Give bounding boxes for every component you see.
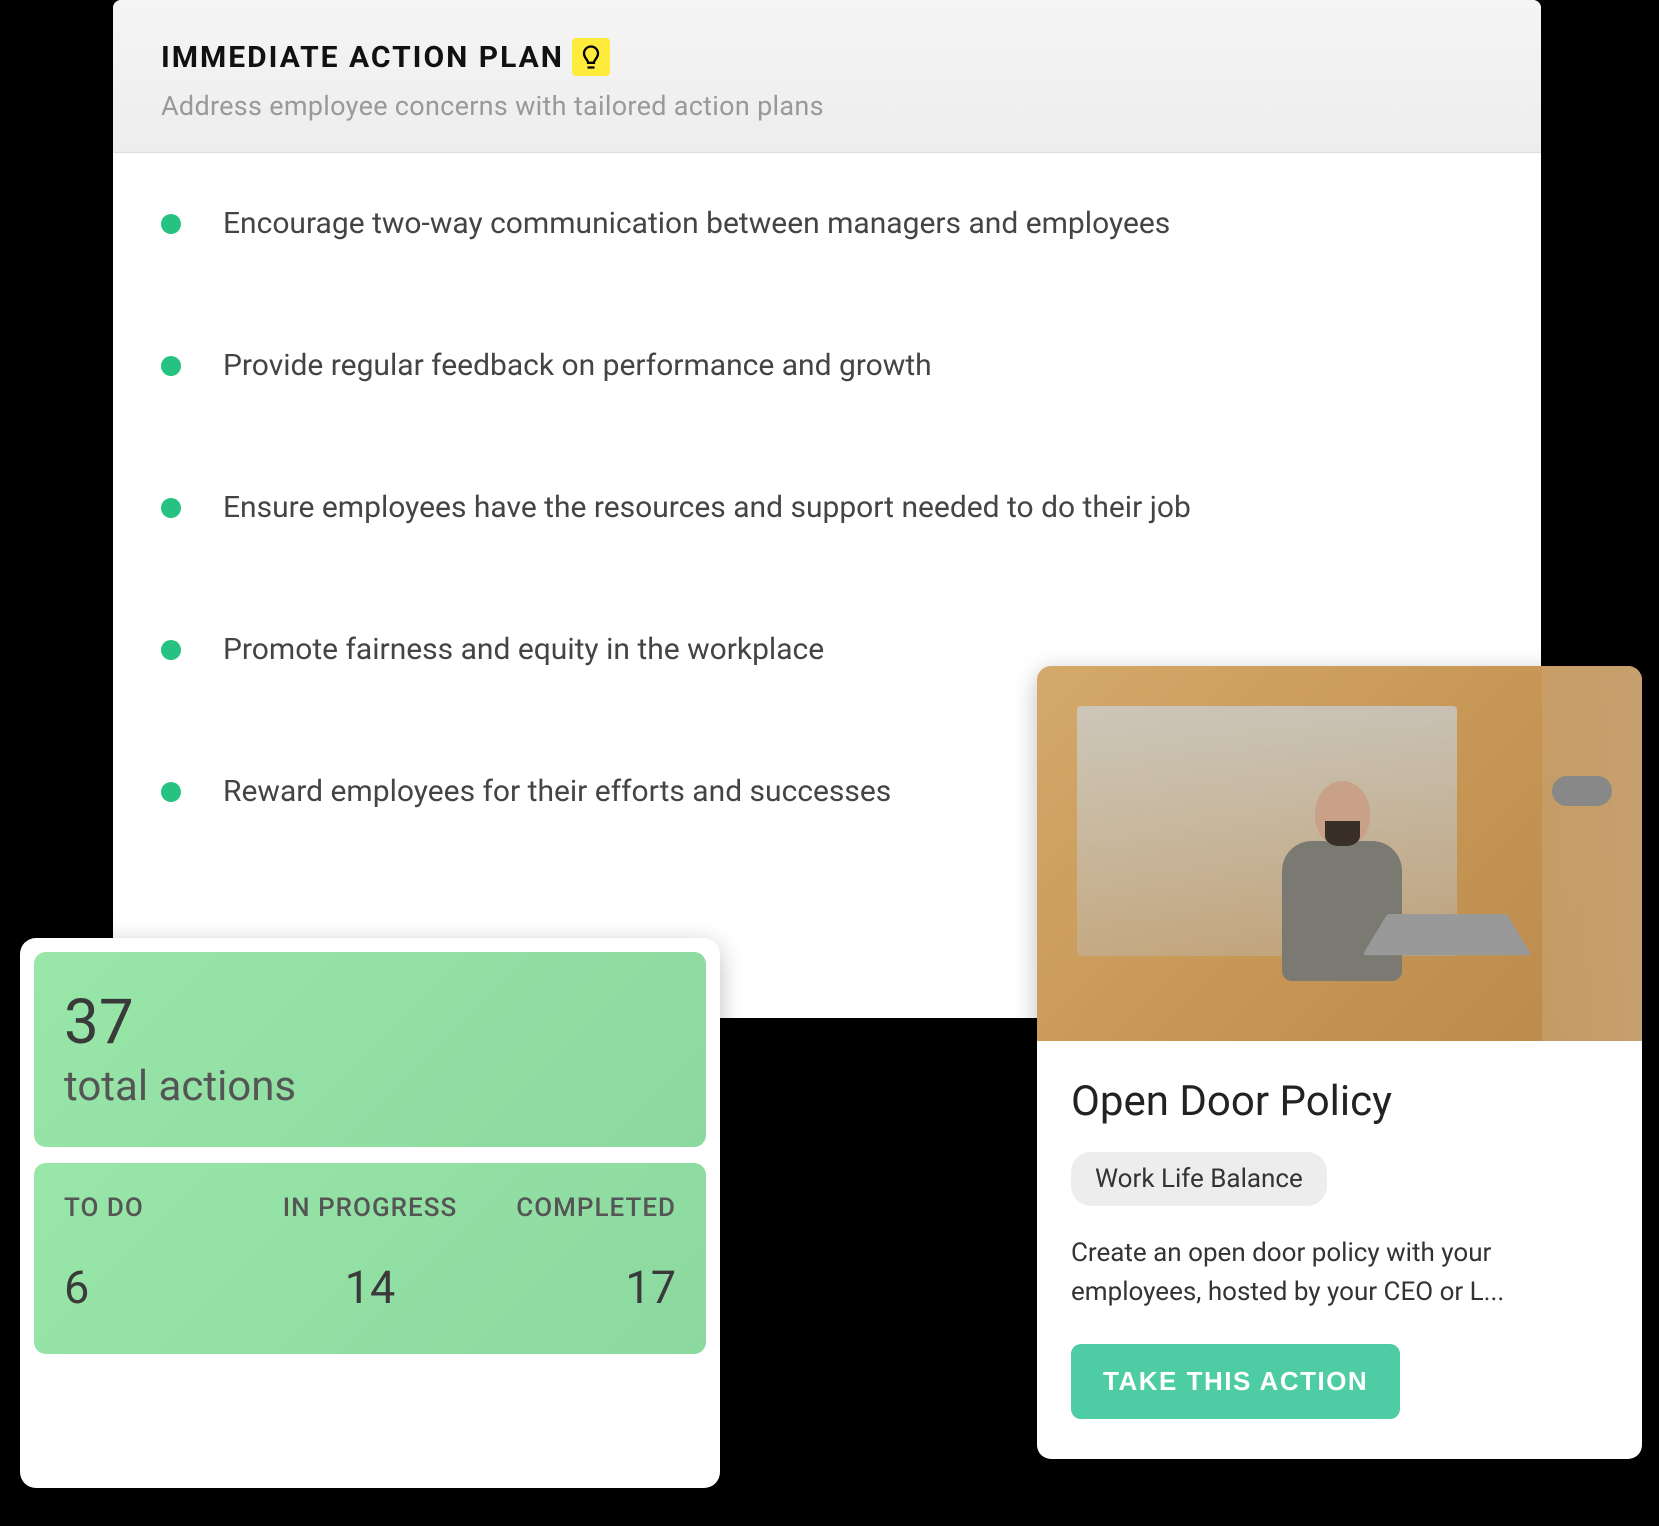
take-action-button[interactable]: TAKE THIS ACTION bbox=[1071, 1344, 1400, 1419]
bullet-icon bbox=[161, 356, 181, 376]
bullet-icon bbox=[161, 214, 181, 234]
stat-title: COMPLETED bbox=[472, 1193, 676, 1223]
bullet-icon bbox=[161, 782, 181, 802]
stat-in-progress: IN PROGRESS 14 bbox=[268, 1193, 472, 1314]
panel-subtitle: Address employee concerns with tailored … bbox=[161, 90, 1493, 122]
stat-value: 14 bbox=[268, 1261, 472, 1314]
action-card[interactable]: Open Door Policy Work Life Balance Creat… bbox=[1037, 666, 1642, 1459]
plan-text: Provide regular feedback on performance … bbox=[223, 345, 932, 387]
lightbulb-icon bbox=[572, 38, 610, 76]
stat-completed: COMPLETED 17 bbox=[472, 1193, 676, 1314]
action-title: Open Door Policy bbox=[1071, 1077, 1608, 1126]
action-content: Open Door Policy Work Life Balance Creat… bbox=[1037, 1041, 1642, 1459]
plan-text: Ensure employees have the resources and … bbox=[223, 487, 1191, 529]
stat-value: 17 bbox=[472, 1261, 676, 1314]
panel-title: IMMEDIATE ACTION PLAN bbox=[161, 40, 564, 75]
stat-todo: TO DO 6 bbox=[64, 1193, 268, 1314]
action-tag: Work Life Balance bbox=[1071, 1152, 1327, 1206]
stat-value: 6 bbox=[64, 1261, 268, 1314]
panel-title-row: IMMEDIATE ACTION PLAN bbox=[161, 38, 1493, 76]
stats-total-value: 37 bbox=[64, 992, 676, 1054]
stats-card: 37 total actions TO DO 6 IN PROGRESS 14 … bbox=[20, 938, 720, 1488]
action-image bbox=[1037, 666, 1642, 1041]
stats-total-block: 37 total actions bbox=[34, 952, 706, 1147]
stat-title: TO DO bbox=[64, 1193, 268, 1223]
stats-breakdown: TO DO 6 IN PROGRESS 14 COMPLETED 17 bbox=[34, 1163, 706, 1354]
plan-item: Encourage two-way communication between … bbox=[161, 203, 1493, 245]
stat-title: IN PROGRESS bbox=[268, 1193, 472, 1223]
action-description: Create an open door policy with your emp… bbox=[1071, 1234, 1608, 1312]
plan-item: Promote fairness and equity in the workp… bbox=[161, 629, 1493, 671]
stats-total-label: total actions bbox=[64, 1062, 676, 1111]
plan-text: Promote fairness and equity in the workp… bbox=[223, 629, 824, 671]
bullet-icon bbox=[161, 498, 181, 518]
bullet-icon bbox=[161, 640, 181, 660]
plan-item: Ensure employees have the resources and … bbox=[161, 487, 1493, 529]
panel-header: IMMEDIATE ACTION PLAN Address employee c… bbox=[113, 0, 1541, 153]
plan-text: Reward employees for their efforts and s… bbox=[223, 771, 891, 813]
plan-item: Provide regular feedback on performance … bbox=[161, 345, 1493, 387]
plan-text: Encourage two-way communication between … bbox=[223, 203, 1170, 245]
